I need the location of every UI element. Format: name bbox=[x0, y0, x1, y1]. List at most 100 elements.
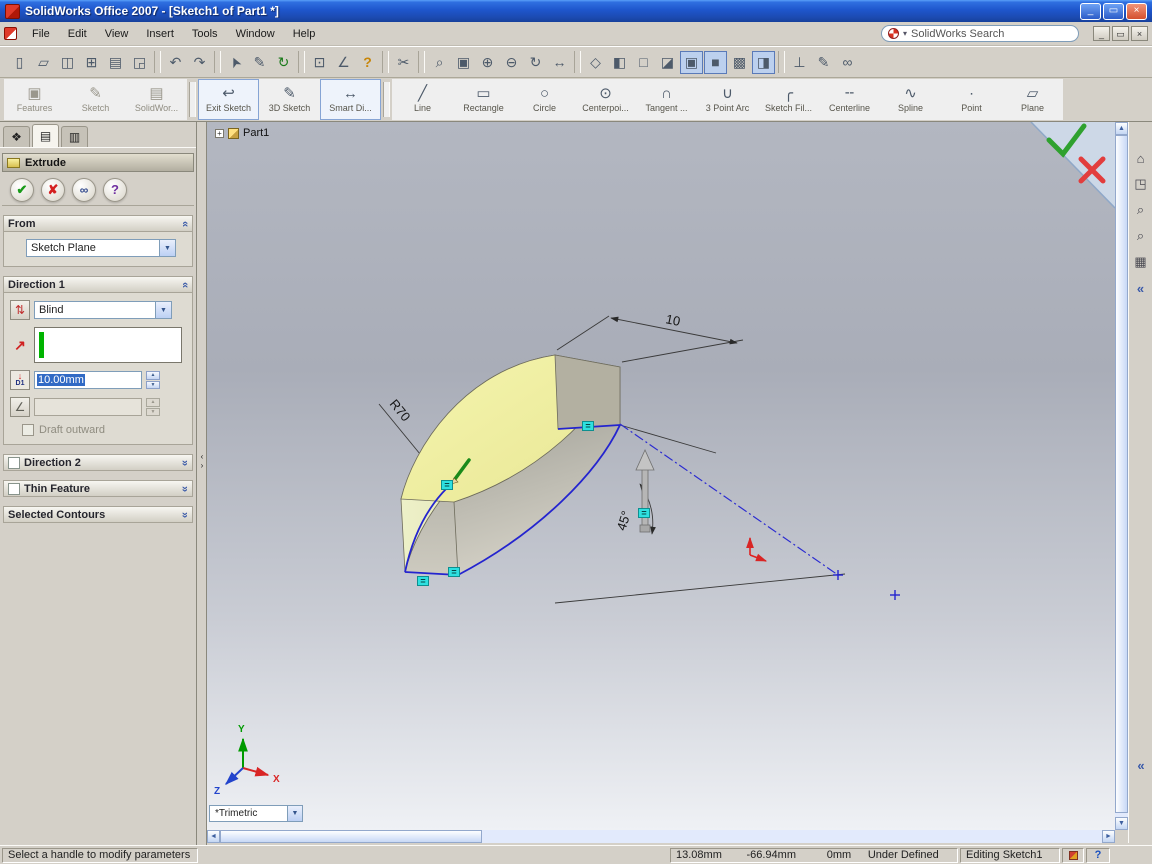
menu-file[interactable]: File bbox=[23, 25, 59, 43]
circle-button[interactable]: ○ Circle bbox=[514, 79, 575, 120]
separator[interactable] bbox=[574, 51, 581, 73]
view-orientation-select[interactable]: *Trimetric ▼ bbox=[209, 805, 303, 822]
menu-view[interactable]: View bbox=[96, 25, 138, 43]
centerline-button[interactable]: ╌ Centerline bbox=[819, 79, 880, 120]
open-folder-icon[interactable]: ▱ bbox=[32, 51, 55, 74]
new-document-icon[interactable]: ▯ bbox=[8, 51, 31, 74]
rectangle-button[interactable]: ▭ Rectangle bbox=[453, 79, 514, 120]
annotations-icon[interactable]: ✎ bbox=[812, 51, 835, 74]
checkbox[interactable] bbox=[22, 424, 34, 436]
shadows-icon[interactable]: ▩ bbox=[728, 51, 751, 74]
minimize-button[interactable]: _ bbox=[1080, 2, 1101, 20]
normal-to-icon[interactable]: ⊥ bbox=[788, 51, 811, 74]
detailed-preview-button[interactable]: ∞ bbox=[72, 177, 96, 202]
from-condition-select[interactable]: Sketch Plane ▼ bbox=[26, 239, 176, 257]
separator[interactable] bbox=[154, 51, 161, 73]
collapse-bottom-icon[interactable]: « bbox=[1129, 758, 1152, 773]
plane-button[interactable]: ▱ Plane bbox=[1002, 79, 1063, 120]
zoom-area-icon[interactable]: ▣ bbox=[452, 51, 475, 74]
spline-button[interactable]: ∿ Spline bbox=[880, 79, 941, 120]
sketch-button[interactable]: ✎ Sketch bbox=[65, 79, 126, 120]
status-help-icon[interactable]: ? bbox=[1086, 847, 1110, 863]
separator[interactable] bbox=[778, 51, 785, 73]
tab-third-party[interactable]: ❖ bbox=[3, 126, 30, 147]
direction-reference-box[interactable] bbox=[34, 327, 182, 363]
zoom-in-icon[interactable]: ⊕ bbox=[476, 51, 499, 74]
shaded-with-edges-icon[interactable]: ▣ bbox=[680, 50, 703, 74]
exit-sketch-button[interactable]: ↩ Exit Sketch bbox=[198, 79, 259, 120]
scroll-down-icon[interactable]: ▼ bbox=[1115, 817, 1128, 830]
shaded-icon[interactable]: ■ bbox=[704, 50, 727, 74]
save-icon[interactable]: ◫ bbox=[56, 51, 79, 74]
scroll-right-icon[interactable]: ► bbox=[1102, 830, 1115, 843]
direction2-checkbox[interactable] bbox=[8, 456, 20, 469]
point-button[interactable]: ∙ Point bbox=[941, 79, 1002, 120]
viewport-3d-scene[interactable]: = = = = = 10 R70 45° Y X Z bbox=[207, 122, 1115, 830]
3-point-arc-button[interactable]: ∪ 3 Point Arc bbox=[697, 79, 758, 120]
dropdown-arrow-icon[interactable]: ▼ bbox=[159, 240, 175, 256]
zoom-sheet-icon[interactable]: ⌕ bbox=[1131, 200, 1151, 220]
splitter-arrows-icon[interactable]: ‹ › bbox=[197, 452, 207, 470]
options-icon[interactable]: ⊡ bbox=[308, 51, 331, 74]
view-cube-icon[interactable]: ◳ bbox=[1131, 174, 1151, 194]
wireframe-icon[interactable]: □ bbox=[632, 51, 655, 74]
end-condition-select[interactable]: Blind ▼ bbox=[34, 301, 172, 319]
view-orientation-icon[interactable]: ◇ bbox=[584, 51, 607, 74]
sketch-entity-icon[interactable]: ✎ bbox=[248, 51, 271, 74]
reverse-direction-button[interactable]: ⇅ bbox=[10, 300, 30, 320]
pan-icon[interactable]: ↔ bbox=[548, 51, 571, 74]
separator[interactable] bbox=[298, 51, 305, 73]
help-button[interactable]: ? bbox=[103, 177, 127, 202]
dimension-depth[interactable]: 10 bbox=[664, 311, 681, 329]
features-button[interactable]: ▣ Features bbox=[4, 79, 65, 120]
separator[interactable] bbox=[214, 51, 221, 73]
feature-tree-root[interactable]: + Part1 bbox=[215, 127, 269, 139]
centerpoint-arc-button[interactable]: ⊙ Centerpoi... bbox=[575, 79, 636, 120]
menu-window[interactable]: Window bbox=[227, 25, 284, 43]
graphics-viewport[interactable]: = = = = = 10 R70 45° Y X Z + Part1 *Trim… bbox=[207, 122, 1115, 830]
print-preview-icon[interactable]: ◲ bbox=[128, 51, 151, 74]
sketch-fillet-button[interactable]: ╭ Sketch Fil... bbox=[758, 79, 819, 120]
menu-help[interactable]: Help bbox=[284, 25, 325, 43]
zoom-out-icon[interactable]: ⊖ bbox=[500, 51, 523, 74]
mdi-minimize-button[interactable]: _ bbox=[1093, 26, 1110, 41]
quick-help-icon[interactable]: ? bbox=[356, 51, 379, 74]
menu-tools[interactable]: Tools bbox=[183, 25, 227, 43]
solidworks-office-button[interactable]: ▤ SolidWor... bbox=[126, 79, 187, 120]
redo-icon[interactable]: ↷ bbox=[188, 51, 211, 74]
undo-icon[interactable]: ↶ bbox=[164, 51, 187, 74]
depth-spinner[interactable]: ▲ ▼ bbox=[146, 371, 160, 389]
restore-button[interactable]: ▭ bbox=[1103, 2, 1124, 20]
scroll-left-icon[interactable]: ◄ bbox=[207, 830, 220, 843]
ok-button[interactable]: ✔ bbox=[10, 177, 34, 202]
cancel-button[interactable]: ✘ bbox=[41, 177, 65, 202]
group-direction2-header[interactable]: Direction 2 « bbox=[3, 454, 193, 471]
vertical-scrollbar[interactable]: ▲ ▼ bbox=[1115, 122, 1128, 830]
save-all-icon[interactable]: ⊞ bbox=[80, 51, 103, 74]
collapse-panel-icon[interactable]: « bbox=[1131, 278, 1151, 298]
smart-dimension-button[interactable]: ↔ Smart Di... bbox=[320, 79, 381, 120]
zoom-fit-icon[interactable]: ⌕ bbox=[428, 51, 451, 74]
spinner-up-icon[interactable]: ▲ bbox=[146, 371, 160, 380]
horizontal-scroll-thumb[interactable] bbox=[220, 830, 482, 843]
tab-property-manager[interactable]: ▤ bbox=[32, 124, 59, 147]
group-thin-feature-header[interactable]: Thin Feature « bbox=[3, 480, 193, 497]
mdi-close-button[interactable]: × bbox=[1131, 26, 1148, 41]
3d-sketch-button[interactable]: ✎ 3D Sketch bbox=[259, 79, 320, 120]
close-button[interactable]: × bbox=[1126, 2, 1147, 20]
select-pointer-icon[interactable]: ➤ bbox=[220, 47, 251, 78]
tree-expander-icon[interactable]: + bbox=[215, 128, 224, 138]
thin-feature-checkbox[interactable] bbox=[8, 482, 20, 495]
depth-input[interactable]: 10.00mm bbox=[34, 371, 142, 389]
search-input[interactable]: ▾ SolidWorks Search bbox=[881, 25, 1079, 42]
home-icon[interactable]: ⌂ bbox=[1131, 148, 1151, 168]
horizontal-scrollbar[interactable]: ◄ ► bbox=[207, 830, 1115, 843]
print-icon[interactable]: ▤ bbox=[104, 51, 127, 74]
scroll-up-icon[interactable]: ▲ bbox=[1115, 122, 1128, 135]
group-selected-contours-header[interactable]: Selected Contours « bbox=[3, 506, 193, 523]
vertical-scroll-thumb[interactable] bbox=[1115, 135, 1128, 813]
end-cap-face[interactable] bbox=[554, 354, 621, 430]
section-view-icon[interactable]: ◨ bbox=[752, 50, 775, 74]
separator[interactable] bbox=[383, 82, 390, 117]
eyeglasses-icon[interactable]: ∞ bbox=[836, 51, 859, 74]
